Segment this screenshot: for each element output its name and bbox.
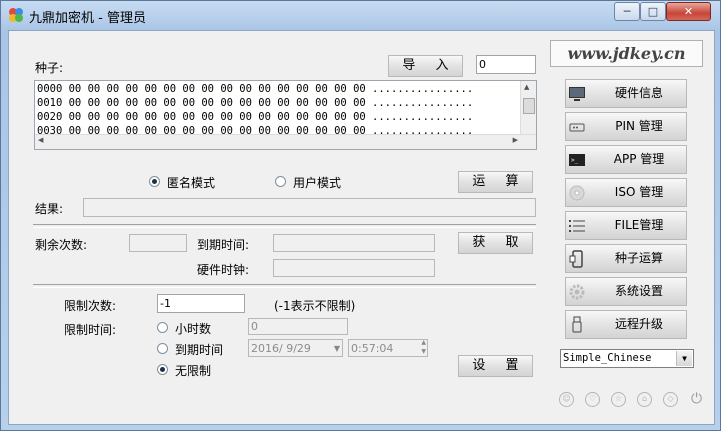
import-button[interactable]: 导 入 <box>388 55 463 77</box>
sidebar-item-pin[interactable]: PIN 管理 <box>565 112 687 141</box>
language-select-value: Simple_Chinese <box>563 352 652 364</box>
app-icon: >_ <box>569 154 585 166</box>
scroll-right-icon[interactable]: ▶ <box>513 136 518 144</box>
compute-button-label: 运 算 <box>472 174 527 189</box>
limit-time-label: 限制时间: <box>64 323 117 337</box>
sidebar: www.jdkey.cn 硬件信息 PIN 管理 >_ APP 管理 ISO 管… <box>547 31 714 424</box>
maximize-button[interactable]: □ <box>640 2 666 21</box>
hours-radio[interactable] <box>157 322 168 333</box>
close-button[interactable]: ✕ <box>666 2 711 21</box>
sidebar-item-label: 硬件信息 <box>614 86 663 100</box>
divider <box>33 284 536 288</box>
seed-label: 种子: <box>35 61 64 75</box>
remaining-count-label: 剩余次数: <box>35 238 88 252</box>
limit-count-input[interactable]: -1 <box>157 294 245 313</box>
home-icon[interactable]: ⌂ <box>637 392 652 407</box>
expire-time-field[interactable] <box>273 234 435 252</box>
svg-text:>_: >_ <box>571 157 579 164</box>
monitor-icon <box>569 87 585 101</box>
divider <box>33 224 536 228</box>
sidebar-item-remote-upgrade[interactable]: 远程升级 <box>565 310 687 339</box>
compute-button[interactable]: 运 算 <box>458 171 533 193</box>
expire-date-picker[interactable]: 2016/ 9/29 ▼ <box>248 339 343 357</box>
title-bar[interactable]: 九鼎加密机 - 管理员 ─ □ ✕ <box>1 1 720 29</box>
expire-time-value: 0:57:04 <box>351 342 394 355</box>
sidebar-item-label: 远程升级 <box>614 317 663 331</box>
tag-icon[interactable]: ◇ <box>663 392 678 407</box>
scroll-thumb[interactable] <box>523 98 535 114</box>
sidebar-item-seed-compute[interactable]: 种子运算 <box>565 244 687 273</box>
pin-icon <box>569 123 585 132</box>
minimize-button[interactable]: ─ <box>614 2 640 21</box>
hex-row: 0020 00 00 00 00 00 00 00 00 00 00 00 00… <box>37 111 474 123</box>
sidebar-item-label: 系统设置 <box>614 284 663 298</box>
site-logo: www.jdkey.cn <box>550 40 703 67</box>
chevron-down-icon[interactable]: ▼ <box>676 351 692 366</box>
seed-hex-editor[interactable]: 0000 00 00 00 00 00 00 00 00 00 00 00 00… <box>34 80 537 150</box>
sidebar-item-label: PIN 管理 <box>615 119 663 133</box>
heart-icon[interactable]: ♡ <box>585 392 600 407</box>
disc-icon <box>569 185 585 201</box>
sidebar-item-app[interactable]: >_ APP 管理 <box>565 145 687 174</box>
sidebar-item-system-settings[interactable]: 系统设置 <box>565 277 687 306</box>
expire-time-picker[interactable]: 0:57:04 ▲ ▼ <box>348 339 428 357</box>
fetch-button[interactable]: 获 取 <box>458 232 533 254</box>
anonymous-mode-label: 匿名模式 <box>167 176 216 190</box>
usb-icon <box>572 316 582 333</box>
sidebar-item-label: APP 管理 <box>613 152 665 166</box>
unlimited-label: 无限制 <box>175 364 212 378</box>
user-mode-label: 用户模式 <box>293 176 342 190</box>
expire-time-label: 到期时间: <box>197 238 250 252</box>
sidebar-item-label: FILE管理 <box>614 218 664 232</box>
phone-icon <box>569 250 583 268</box>
sidebar-item-label: 种子运算 <box>614 251 663 265</box>
main-client-area: 种子: 导 入 0 0000 00 00 00 00 00 00 00 00 0… <box>8 30 715 425</box>
spinner-icon[interactable]: ▲ ▼ <box>421 338 426 356</box>
app-window: 九鼎加密机 - 管理员 ─ □ ✕ 种子: 导 入 0 0000 00 00 0… <box>0 0 721 431</box>
set-button[interactable]: 设 置 <box>458 355 533 377</box>
chevron-down-icon[interactable]: ▼ <box>334 340 340 357</box>
hours-field[interactable]: 0 <box>248 318 348 335</box>
unlimited-radio[interactable] <box>157 364 168 375</box>
sidebar-item-iso[interactable]: ISO 管理 <box>565 178 687 207</box>
set-button-label: 设 置 <box>472 358 527 373</box>
hours-label: 小时数 <box>175 322 212 336</box>
window-title: 九鼎加密机 - 管理员 <box>29 11 146 26</box>
logout-icon[interactable]: ⏻ <box>689 392 704 407</box>
hex-row: 0010 00 00 00 00 00 00 00 00 00 00 00 00… <box>37 97 474 109</box>
anonymous-mode-radio[interactable] <box>149 176 160 187</box>
sidebar-item-file[interactable]: FILE管理 <box>565 211 687 240</box>
hardware-clock-label: 硬件时钟: <box>197 263 250 277</box>
scroll-up-icon[interactable]: ▲ <box>524 83 529 91</box>
seed-count-field[interactable]: 0 <box>476 55 536 74</box>
sidebar-item-hardware-info[interactable]: 硬件信息 <box>565 79 687 108</box>
scroll-left-icon[interactable]: ◀ <box>38 136 43 144</box>
app-logo-icon <box>9 8 23 22</box>
gear-icon <box>569 284 585 300</box>
language-select[interactable]: Simple_Chinese ▼ <box>560 349 694 368</box>
sidebar-item-label: ISO 管理 <box>614 185 664 199</box>
expire-date-label: 到期时间 <box>175 343 224 357</box>
star-icon[interactable]: ☆ <box>611 392 626 407</box>
remaining-count-field[interactable] <box>129 234 187 252</box>
hardware-clock-field[interactable] <box>273 259 435 277</box>
list-icon <box>569 220 585 232</box>
limit-count-hint: (-1表示不限制) <box>274 299 356 313</box>
result-label: 结果: <box>35 202 64 216</box>
hex-row: 0000 00 00 00 00 00 00 00 00 00 00 00 00… <box>37 83 474 95</box>
user-mode-radio[interactable] <box>275 176 286 187</box>
import-button-label: 导 入 <box>402 58 457 73</box>
result-field[interactable] <box>83 198 536 217</box>
hex-horizontal-scrollbar[interactable]: ◀ ▶ <box>35 134 536 149</box>
limit-count-label: 限制次数: <box>64 299 117 313</box>
user-icon[interactable]: ☺ <box>559 392 574 407</box>
fetch-button-label: 获 取 <box>472 235 527 250</box>
expire-date-radio[interactable] <box>157 343 168 354</box>
expire-date-value: 2016/ 9/29 <box>251 342 311 355</box>
